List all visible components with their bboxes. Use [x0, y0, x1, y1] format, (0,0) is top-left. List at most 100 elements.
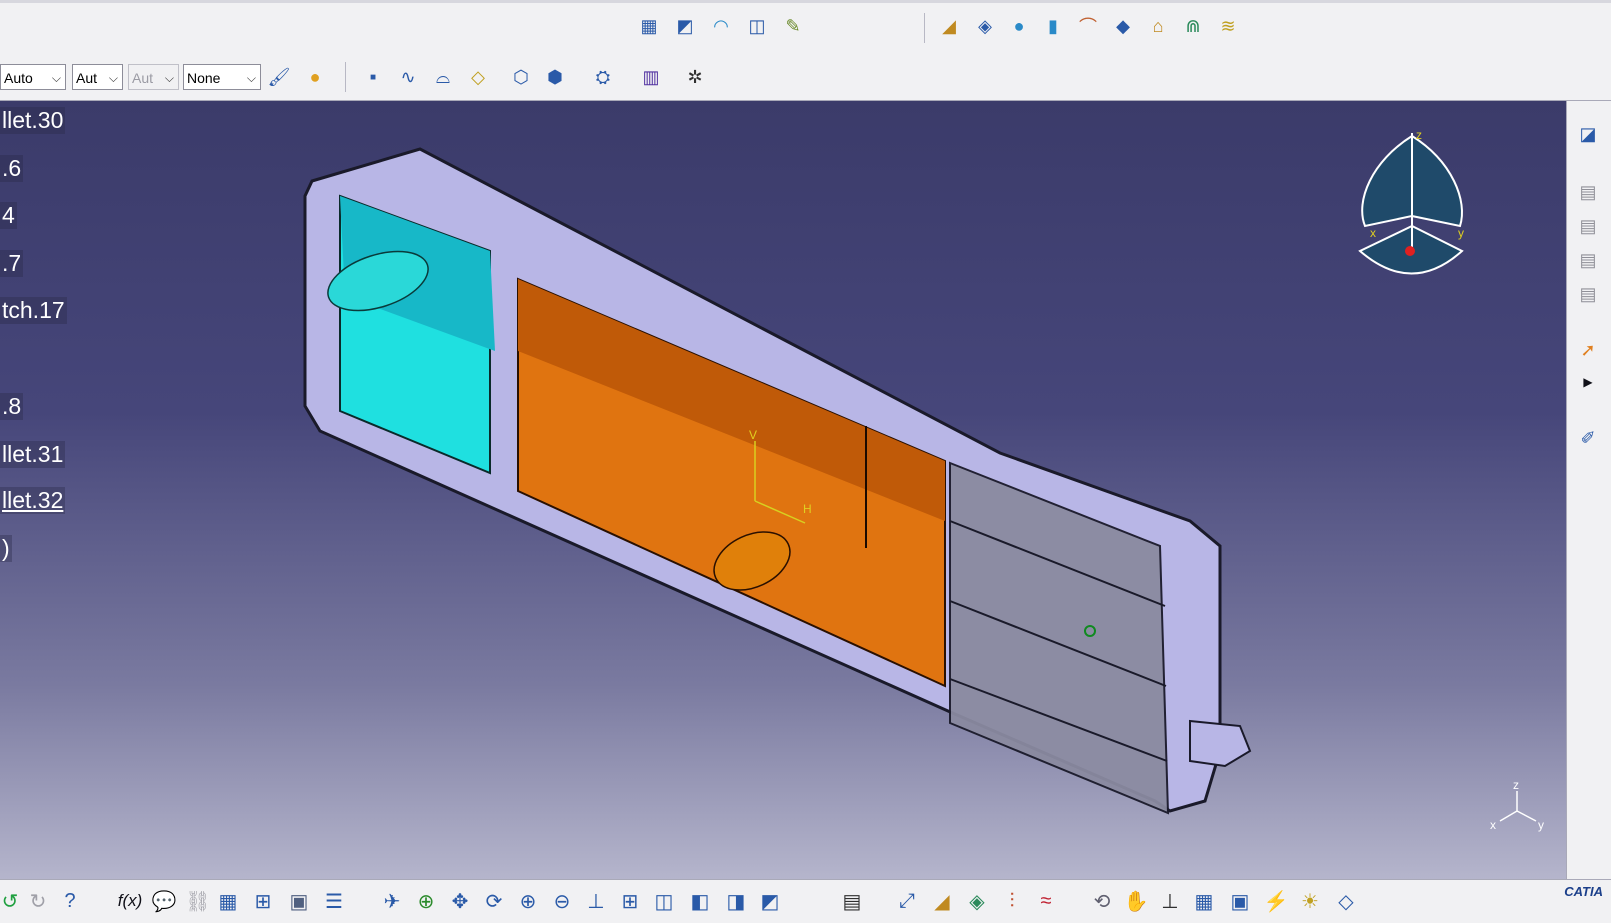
tree-item[interactable]: .6: [0, 155, 24, 182]
snap-icon[interactable]: ⚡: [1262, 887, 1290, 915]
pan-icon[interactable]: ✥: [446, 887, 474, 915]
sketch-edit-icon[interactable]: ✐: [1575, 425, 1601, 451]
swap-space-icon[interactable]: ◩: [756, 887, 784, 915]
spline-icon[interactable]: ∿: [395, 64, 421, 90]
painter-icon[interactable]: 🖌: [266, 64, 292, 90]
multi-section-icon[interactable]: ⋒: [1180, 13, 1206, 39]
deviation-icon[interactable]: ≈: [1032, 887, 1060, 915]
select-cursor-icon[interactable]: ➚: [1575, 337, 1601, 363]
tree-item[interactable]: .7: [0, 250, 24, 277]
right-toolbar: ◪ ▤ ▤ ▤ ▤ ➚ ▶ ✐: [1566, 101, 1611, 879]
zoom-out-icon[interactable]: ⊖: [548, 887, 576, 915]
tree-item[interactable]: llet.30: [0, 107, 66, 134]
surface-loft-icon[interactable]: ◈: [972, 13, 998, 39]
hide-show-icon[interactable]: ▤: [1575, 247, 1601, 273]
chevron-down-icon: ⌵: [108, 71, 118, 85]
pen-tool-icon[interactable]: ✎: [780, 13, 806, 39]
tree-item[interactable]: 4: [0, 202, 17, 229]
part-model[interactable]: V H z x y z x y: [0, 101, 1566, 879]
undo-icon[interactable]: ↺: [0, 887, 24, 915]
multi-view-icon[interactable]: ⊞: [616, 887, 644, 915]
snap-tool-icon[interactable]: ✲: [682, 64, 708, 90]
sphere-icon[interactable]: ●: [1006, 13, 1032, 39]
cylinder-icon[interactable]: ▮: [1040, 13, 1066, 39]
sketch-axis-h-label: H: [803, 502, 812, 516]
draft-analysis-icon[interactable]: ◢: [928, 887, 956, 915]
fly-mode-icon[interactable]: ✈: [378, 887, 406, 915]
axis-system-icon[interactable]: ⊥: [1156, 887, 1184, 915]
layer-combo[interactable]: None ⌵: [183, 64, 261, 90]
color-combo[interactable]: Auto ⌵: [0, 64, 66, 90]
help-icon[interactable]: ?: [56, 887, 84, 915]
swap-view-icon[interactable]: ▤: [1575, 281, 1601, 307]
3d-viewport[interactable]: V H z x y z x y llet.30 .6 4 .7 tch.17 .…: [0, 101, 1566, 879]
light-icon[interactable]: ☀: [1296, 887, 1324, 915]
tree-item[interactable]: .8: [0, 393, 24, 420]
link-icon: ⛓: [185, 890, 211, 913]
offset-surface-icon[interactable]: ⌒: [1075, 13, 1101, 39]
catalog-icon[interactable]: ▤: [838, 887, 866, 915]
normal-view-icon[interactable]: ⊥: [582, 887, 610, 915]
properties-icon[interactable]: ●: [302, 64, 328, 90]
plane-icon[interactable]: ◇: [465, 64, 491, 90]
tree-structure-icon[interactable]: ⊞: [249, 887, 277, 915]
measure-grid-icon[interactable]: ▥: [638, 64, 664, 90]
iso-view-icon[interactable]: ◫: [650, 887, 678, 915]
formula-icon[interactable]: f(x): [113, 887, 147, 915]
compass-widget[interactable]: z x y: [1358, 128, 1464, 275]
separator: [924, 13, 925, 43]
rotate-icon[interactable]: ⟳: [480, 887, 508, 915]
body-insert-icon[interactable]: ⬡: [508, 64, 534, 90]
fill-surface-icon[interactable]: ◆: [1110, 13, 1136, 39]
update-icon[interactable]: ▤: [1575, 179, 1601, 205]
tree-item[interactable]: ): [0, 535, 12, 562]
porcupine-icon[interactable]: ⫶: [998, 887, 1026, 915]
curve-icon[interactable]: ⌓: [430, 64, 456, 90]
compass-z-label: z: [1416, 128, 1422, 142]
join-surface-icon[interactable]: ≋: [1215, 13, 1241, 39]
fit-all-icon[interactable]: ⊕: [412, 887, 440, 915]
axis-y-label: y: [1538, 818, 1544, 832]
zoom-in-icon[interactable]: ⊕: [514, 887, 542, 915]
refresh-icon[interactable]: ⟲: [1088, 887, 1116, 915]
tree-item[interactable]: llet.31: [0, 441, 66, 468]
tree-item[interactable]: tch.17: [0, 297, 67, 324]
list-icon[interactable]: ☰: [320, 887, 348, 915]
chevron-down-icon: ⌵: [51, 71, 61, 85]
eraser-icon[interactable]: ◇: [1332, 887, 1360, 915]
geometrical-set-icon[interactable]: ⬢: [542, 64, 568, 90]
blend-surface-icon[interactable]: ⌂: [1145, 13, 1171, 39]
chevron-down-icon: ⌵: [164, 71, 174, 85]
grid-icon[interactable]: ▦: [1190, 887, 1218, 915]
expand-arrow-icon[interactable]: ▶: [1575, 369, 1601, 395]
top-toolbar: ▦ ◩ ◠ ◫ ✎ ◢ ◈ ● ▮ ⌒ ◆ ⌂ ⋒ ≋: [0, 0, 1611, 55]
work-on-support-icon[interactable]: ▣: [1226, 887, 1254, 915]
render-style-icon[interactable]: ◧: [686, 887, 714, 915]
assembly-icon[interactable]: ⛭: [590, 64, 616, 90]
sketch-axis-v-label: V: [749, 428, 757, 442]
surface-sweep-icon[interactable]: ◢: [936, 13, 962, 39]
point-icon[interactable]: ■: [360, 64, 386, 90]
chevron-down-icon: ⌵: [246, 71, 256, 85]
curvature-analysis-icon[interactable]: ◈: [963, 887, 991, 915]
spec-tree-icon[interactable]: ▤: [1575, 213, 1601, 239]
comment-icon[interactable]: 💬: [150, 887, 178, 915]
tree-item-selected[interactable]: llet.32: [0, 487, 66, 514]
sketch-grid-icon[interactable]: ▦: [636, 13, 662, 39]
part-design-icon[interactable]: ▣: [285, 887, 313, 915]
color-combo-value: Auto: [4, 70, 33, 86]
separator: [345, 62, 346, 92]
table-icon[interactable]: ▦: [214, 887, 242, 915]
measure-icon[interactable]: ⤢: [893, 887, 921, 915]
hide-icon[interactable]: ◨: [722, 887, 750, 915]
sketch-map-icon[interactable]: ◩: [672, 13, 698, 39]
redo-icon: ↻: [29, 890, 47, 913]
thickness-combo-value: Aut: [132, 70, 154, 86]
sketcher-icon[interactable]: ◪: [1575, 121, 1601, 147]
arc-tool-icon[interactable]: ◠: [708, 13, 734, 39]
hand-icon[interactable]: ✋: [1122, 887, 1150, 915]
thickness-combo: Aut ⌵: [128, 64, 179, 90]
linetype-combo[interactable]: Aut ⌵: [72, 64, 123, 90]
compass-y-label: y: [1458, 226, 1464, 240]
extrude-surface-icon[interactable]: ◫: [744, 13, 770, 39]
